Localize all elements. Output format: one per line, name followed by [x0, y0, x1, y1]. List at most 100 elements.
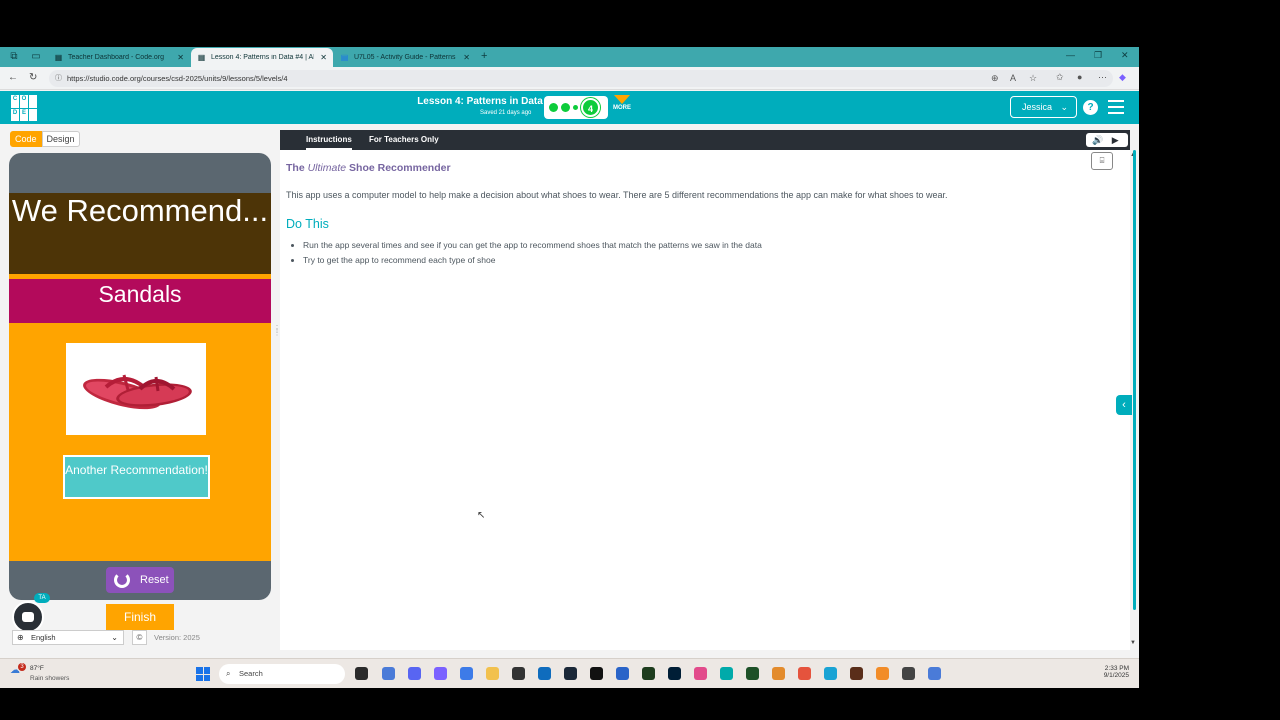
chevron-down-icon	[614, 95, 630, 104]
app-icon[interactable]	[772, 667, 785, 680]
level-bubble[interactable]	[549, 103, 558, 112]
firefox-icon[interactable]	[798, 667, 811, 680]
start-windows-icon[interactable]	[196, 667, 210, 681]
weather-widget[interactable]: ☁ 3 87°F Rain showers	[10, 663, 69, 682]
robot-icon	[22, 612, 34, 622]
ai-tutor-button[interactable]	[12, 601, 44, 633]
codeorg-logo[interactable]: CODE	[11, 95, 37, 121]
finish-button[interactable]: Finish	[106, 604, 174, 630]
immersive-reader-icon[interactable]: ⌸	[1091, 152, 1113, 170]
favorites-icon[interactable]: ✩	[1056, 72, 1064, 83]
speaker-icon[interactable]: 🔊	[1092, 135, 1103, 145]
zoom-icon[interactable]: ⊕	[991, 70, 999, 87]
back-icon[interactable]: ←	[8, 72, 18, 83]
grid-icon: ▦	[197, 53, 206, 62]
windows-taskbar: ☁ 3 87°F Rain showers ⌕ Search 2:33 PM 9…	[0, 658, 1139, 688]
taskbar-search[interactable]: ⌕ Search	[219, 664, 345, 684]
window-close-icon[interactable]: ✕	[1121, 50, 1129, 61]
copilot-app-icon[interactable]	[434, 667, 447, 680]
restore-icon[interactable]: ❐	[1094, 50, 1102, 61]
copilot-icon[interactable]: ◆	[1119, 72, 1126, 83]
photoshop-icon[interactable]	[668, 667, 681, 680]
level-progress[interactable]: 4	[544, 96, 608, 119]
mouse-cursor-icon: ↖	[477, 510, 486, 521]
tab-for-teachers[interactable]: For Teachers Only	[369, 130, 439, 150]
app-icon[interactable]	[928, 667, 941, 680]
app-icon[interactable]	[616, 667, 629, 680]
app-description: This app uses a computer model to help m…	[286, 190, 948, 200]
another-recommendation-button[interactable]: Another Recommendation!	[63, 455, 210, 499]
close-icon[interactable]: ✕	[320, 53, 327, 62]
refresh-icon[interactable]: ↻	[29, 72, 37, 83]
scroll-thumb[interactable]	[1133, 150, 1136, 610]
more-button[interactable]: MORE	[612, 95, 632, 111]
browser-tab-teacher-dashboard[interactable]: ▦ Teacher Dashboard - Code.org ✕	[48, 48, 190, 67]
code-mode-button[interactable]: Code	[10, 131, 42, 147]
ta-badge: TA	[34, 593, 50, 603]
user-name: Jessica	[1022, 102, 1053, 112]
app-icon[interactable]	[642, 667, 655, 680]
recommend-heading: We Recommend...	[9, 193, 271, 274]
collapse-panel-chevron-icon[interactable]: ‹	[1116, 395, 1132, 415]
text-to-speech-control[interactable]: 🔊 ▶	[1086, 133, 1128, 147]
codeorg-header: CODE Lesson 4: Patterns in Data Saved 21…	[0, 91, 1139, 124]
file-explorer-icon[interactable]	[486, 667, 499, 680]
address-bar-row: ← ↻ ⓘ https://studio.code.org/courses/cs…	[0, 67, 1139, 90]
site-info-icon[interactable]: ⓘ	[55, 70, 62, 87]
current-level-bubble[interactable]: 4	[581, 98, 600, 117]
chevron-down-icon: ⌄	[111, 633, 118, 642]
copyright-button[interactable]: ©	[132, 630, 147, 645]
app-icon[interactable]	[694, 667, 707, 680]
app-screen[interactable]: We Recommend... Sandals Another Recommen…	[9, 193, 271, 561]
taskview-icon[interactable]	[355, 667, 368, 680]
system-clock[interactable]: 2:33 PM 9/1/2025	[1094, 665, 1129, 679]
tab-instructions[interactable]: Instructions	[306, 130, 352, 150]
reset-icon	[114, 572, 130, 588]
minimize-icon[interactable]: —	[1066, 50, 1075, 60]
close-icon[interactable]: ✕	[463, 53, 470, 62]
workspaces-icon[interactable]: ⧉	[8, 51, 20, 63]
read-aloud-icon[interactable]: A	[1010, 70, 1016, 87]
app-icon[interactable]	[382, 667, 395, 680]
design-mode-button[interactable]: Design	[41, 131, 80, 147]
app-icon[interactable]	[746, 667, 759, 680]
app-icon[interactable]	[720, 667, 733, 680]
browser-tab-lesson[interactable]: ▦ Lesson 4: Patterns in Data #4 | AI ✕	[191, 48, 333, 67]
discord-icon[interactable]	[408, 667, 421, 680]
app-icon[interactable]	[460, 667, 473, 680]
app-icon[interactable]	[902, 667, 915, 680]
language-select[interactable]: ⊕ English ⌄	[12, 630, 124, 645]
scroll-down-icon[interactable]: ▼	[1130, 640, 1136, 646]
tab-actions-icon[interactable]: ▭	[30, 51, 42, 63]
url-field[interactable]: ⓘ https://studio.code.org/courses/csd-20…	[49, 70, 1113, 87]
level-bubble[interactable]	[561, 103, 570, 112]
app-icon[interactable]	[850, 667, 863, 680]
notification-badge: 3	[18, 663, 26, 671]
edge-icon[interactable]	[824, 667, 837, 680]
profile-icon[interactable]: ●	[1077, 72, 1082, 82]
new-tab-icon[interactable]: +	[481, 50, 487, 62]
steam-icon[interactable]	[564, 667, 577, 680]
reset-button[interactable]: Reset	[106, 567, 174, 593]
resize-handle[interactable]: ⋮ ⋮	[273, 325, 281, 337]
search-icon: ⌕	[226, 669, 231, 678]
app-icon[interactable]	[512, 667, 525, 680]
docs-icon: ▤	[340, 53, 349, 62]
outlook-icon[interactable]	[538, 667, 551, 680]
do-this-heading: Do This	[286, 217, 329, 231]
browser-tab-activity-guide[interactable]: ▤ U7L05 - Activity Guide - Patterns ✕	[334, 48, 476, 67]
favorite-star-icon[interactable]: ☆	[1029, 70, 1037, 87]
close-icon[interactable]: ✕	[177, 53, 184, 62]
browser-tab-strip: ⧉ ▭ ▦ Teacher Dashboard - Code.org ✕ ▦ L…	[0, 47, 1139, 67]
level-bubble[interactable]	[573, 105, 578, 110]
instructions-tab-bar: Instructions For Teachers Only 🔊 ▶	[280, 130, 1130, 150]
help-button[interactable]: ?	[1083, 100, 1098, 115]
blender-icon[interactable]	[876, 667, 889, 680]
app-icon[interactable]	[590, 667, 603, 680]
hamburger-menu-icon[interactable]	[1108, 100, 1124, 114]
play-icon[interactable]: ▶	[1112, 135, 1119, 145]
instructions-panel: Instructions For Teachers Only 🔊 ▶ ⌸ The…	[280, 130, 1130, 650]
user-menu-button[interactable]: Jessica ⌄	[1010, 96, 1077, 118]
app-preview-frame: We Recommend... Sandals Another Recommen…	[9, 153, 271, 600]
more-menu-icon[interactable]: ⋯	[1098, 72, 1107, 83]
